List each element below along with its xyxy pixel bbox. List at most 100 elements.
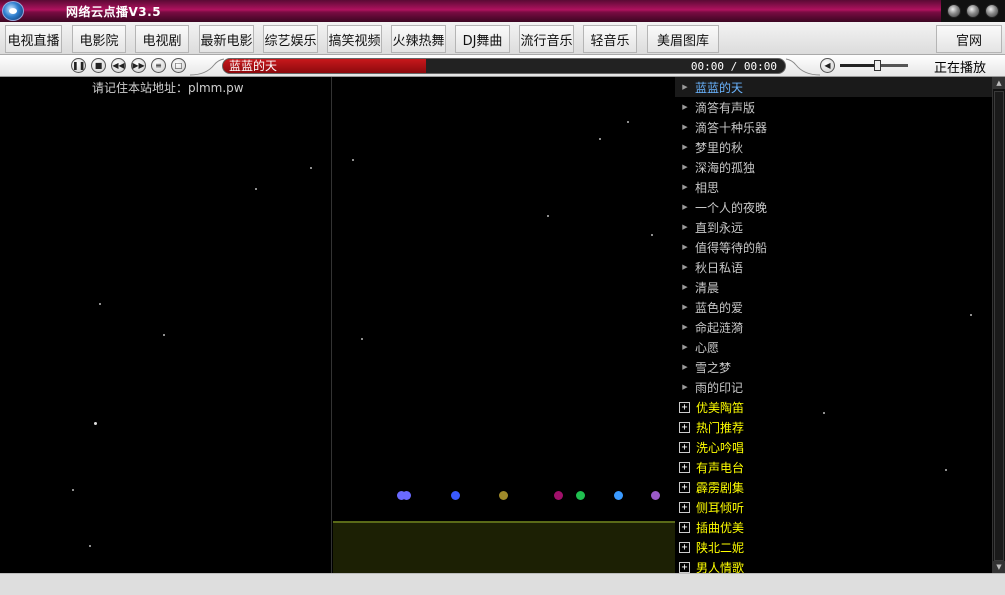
star xyxy=(627,121,629,123)
volume-slider[interactable] xyxy=(840,60,908,71)
playlist-item-label: 梦里的秋 xyxy=(695,140,744,155)
list-icon[interactable]: ≡ xyxy=(151,58,166,73)
expand-icon[interactable]: + xyxy=(679,541,690,553)
star xyxy=(547,215,549,217)
playlist-item[interactable]: ▶ 心愿 xyxy=(675,337,992,357)
playlist-item[interactable]: ▶ 蓝蓝的天 xyxy=(675,77,992,97)
bar-curve-left xyxy=(190,58,224,76)
playlist-group[interactable]: + 洗心吟唱 xyxy=(675,437,992,457)
expand-icon[interactable]: + xyxy=(679,441,690,453)
tab-funny-videos[interactable]: 搞笑视频 xyxy=(327,25,382,53)
star xyxy=(99,303,101,305)
play-arrow-icon: ▶ xyxy=(682,363,688,371)
pause-icon[interactable]: ❚❚ xyxy=(71,58,86,73)
play-arrow-icon: ▶ xyxy=(682,163,688,171)
star xyxy=(599,138,601,140)
playlist-scrollbar[interactable]: ▲ ▼ xyxy=(992,77,1005,573)
playlist-group[interactable]: + 陕北二妮 xyxy=(675,537,992,557)
expand-icon[interactable]: + xyxy=(679,461,690,473)
tab-beauty-gallery[interactable]: 美眉图库 xyxy=(647,25,719,53)
minimize-icon[interactable] xyxy=(946,4,961,18)
playlist-group[interactable]: + 有声电台 xyxy=(675,457,992,477)
visualizer-dot xyxy=(554,491,563,500)
play-arrow-icon: ▶ xyxy=(682,383,688,391)
next-icon[interactable]: ▶▶ xyxy=(131,58,146,73)
volume-knob[interactable] xyxy=(874,60,881,71)
play-arrow-icon: ▶ xyxy=(682,323,688,331)
expand-icon[interactable]: + xyxy=(679,481,690,493)
playlist-group-label: 优美陶笛 xyxy=(696,400,745,415)
playlist-item[interactable]: ▶ 雪之梦 xyxy=(675,357,992,377)
playlist-item[interactable]: ▶ 滴答十种乐器 xyxy=(675,117,992,137)
playlist-item[interactable]: ▶ 滴答有声版 xyxy=(675,97,992,117)
visualizer-dot xyxy=(651,491,660,500)
playlist-item[interactable]: ▶ 相思 xyxy=(675,177,992,197)
playlist: ▶ 蓝蓝的天 ▶ 滴答有声版 ▶ 滴答十种乐器 ▶ 梦里的秋 ▶ 深海的孤独 ▶ 相思 ▶ 一个人的夜晚 ▶… xyxy=(675,77,992,573)
playlist-item[interactable]: ▶ 一个人的夜晚 xyxy=(675,197,992,217)
playlist-item[interactable]: ▶ 命起涟漪 xyxy=(675,317,992,337)
tab-tv-series[interactable]: 电视剧 xyxy=(135,25,189,53)
tab-tv-live[interactable]: 电视直播 xyxy=(5,25,62,53)
fullscreen-icon[interactable]: □ xyxy=(171,58,186,73)
playlist-item-label: 滴答十种乐器 xyxy=(695,120,768,135)
playlist-group-label: 男人情歌 xyxy=(696,560,745,574)
stop-icon[interactable]: ■ xyxy=(91,58,106,73)
expand-icon[interactable]: + xyxy=(679,521,690,533)
visualizer-dot xyxy=(499,491,508,500)
tab-new-movies[interactable]: 最新电影 xyxy=(199,25,254,53)
playlist-item[interactable]: ▶ 直到永远 xyxy=(675,217,992,237)
playlist-group[interactable]: + 优美陶笛 xyxy=(675,397,992,417)
visualizer-ground xyxy=(333,521,675,573)
tab-dj-music[interactable]: DJ舞曲 xyxy=(455,25,510,53)
tab-light-music[interactable]: 轻音乐 xyxy=(583,25,637,53)
playlist-item[interactable]: ▶ 深海的孤独 xyxy=(675,157,992,177)
tab-pop-music[interactable]: 流行音乐 xyxy=(519,25,574,53)
playlist-group[interactable]: + 霹雳剧集 xyxy=(675,477,992,497)
tab-hot-dance[interactable]: 火辣热舞 xyxy=(391,25,446,53)
star xyxy=(94,422,97,425)
expand-icon[interactable]: + xyxy=(679,401,690,413)
playlist-group-label: 热门推荐 xyxy=(696,420,745,435)
playlist-item[interactable]: ▶ 清晨 xyxy=(675,277,992,297)
star xyxy=(352,159,354,161)
video-pane: 请记住本站地址：plmm.pw xyxy=(0,77,332,573)
now-playing-title: 蓝蓝的天 xyxy=(229,59,278,73)
scroll-up-icon[interactable]: ▲ xyxy=(993,77,1005,89)
playlist-item[interactable]: ▶ 蓝色的爱 xyxy=(675,297,992,317)
expand-icon[interactable]: + xyxy=(679,561,690,573)
scroll-down-icon[interactable]: ▼ xyxy=(993,561,1005,573)
playlist-group[interactable]: + 热门推荐 xyxy=(675,417,992,437)
visualizer-dot xyxy=(576,491,585,500)
star xyxy=(945,469,947,471)
scroll-thumb[interactable] xyxy=(994,91,1004,561)
bar-curve-right xyxy=(786,58,820,76)
playlist-item[interactable]: ▶ 值得等待的船 xyxy=(675,237,992,257)
playlist-item-label: 心愿 xyxy=(695,340,720,355)
play-arrow-icon: ▶ xyxy=(682,343,688,351)
tab-variety[interactable]: 综艺娱乐 xyxy=(263,25,318,53)
expand-icon[interactable]: + xyxy=(679,501,690,513)
playlist-item-label: 雨的印记 xyxy=(695,380,744,395)
close-icon[interactable] xyxy=(985,4,1000,18)
star xyxy=(970,314,972,316)
playlist-item[interactable]: ▶ 秋日私语 xyxy=(675,257,992,277)
playlist-item[interactable]: ▶ 梦里的秋 xyxy=(675,137,992,157)
official-site-button[interactable]: 官网 xyxy=(936,25,1002,53)
window-controls xyxy=(941,0,1005,22)
playlist-item-label: 一个人的夜晚 xyxy=(695,200,768,215)
expand-icon[interactable]: + xyxy=(679,421,690,433)
playlist-item-label: 雪之梦 xyxy=(695,360,732,375)
volume-icon[interactable]: ◀ xyxy=(820,58,835,73)
play-arrow-icon: ▶ xyxy=(682,303,688,311)
prev-icon[interactable]: ◀◀ xyxy=(111,58,126,73)
playlist-group[interactable]: + 插曲优美 xyxy=(675,517,992,537)
play-arrow-icon: ▶ xyxy=(682,203,688,211)
visualizer-dot xyxy=(451,491,460,500)
tab-cinema[interactable]: 电影院 xyxy=(72,25,126,53)
playlist-item[interactable]: ▶ 雨的印记 xyxy=(675,377,992,397)
progress-bar[interactable]: 蓝蓝的天 00:00 / 00:00 xyxy=(222,58,786,74)
maximize-icon[interactable] xyxy=(965,4,980,18)
play-arrow-icon: ▶ xyxy=(682,243,688,251)
playlist-group[interactable]: + 侧耳倾听 xyxy=(675,497,992,517)
playlist-group[interactable]: + 男人情歌 xyxy=(675,557,992,573)
